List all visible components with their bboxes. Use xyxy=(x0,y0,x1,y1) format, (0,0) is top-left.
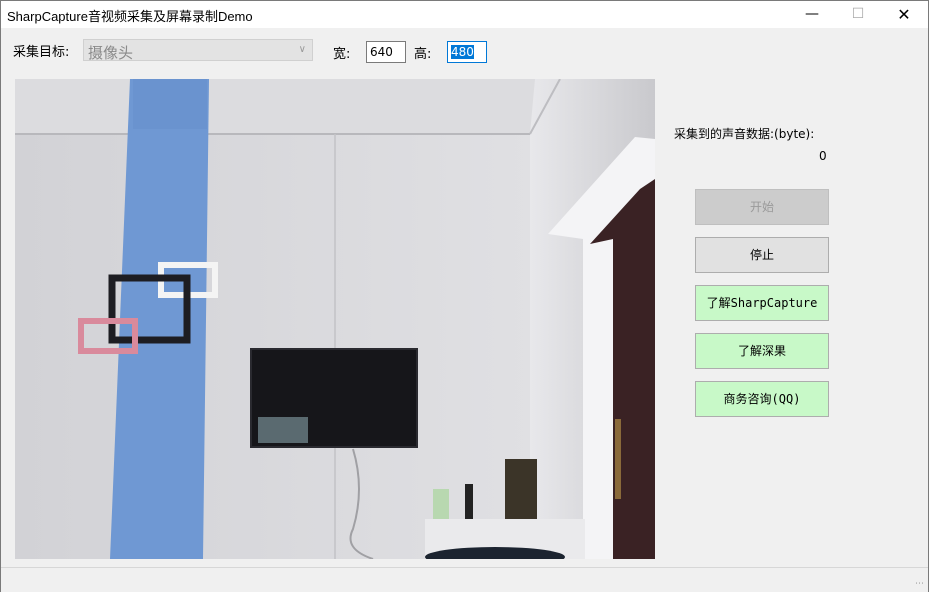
status-bar: ⋯ xyxy=(1,567,928,592)
height-value: 480 xyxy=(451,45,474,59)
minimize-button[interactable]: — xyxy=(789,1,835,28)
capture-target-select[interactable]: 摄像头 ∨ xyxy=(83,39,313,62)
camera-preview xyxy=(15,79,655,559)
app-window: SharpCapture音视频采集及屏幕录制Demo — ☐ ✕ 采集目标: 摄… xyxy=(0,0,929,592)
camera-frame-image xyxy=(15,79,655,559)
maximize-button[interactable]: ☐ xyxy=(835,1,881,28)
business-qq-button[interactable]: 商务咨询(QQ) xyxy=(695,381,829,417)
width-input[interactable]: 640 xyxy=(366,41,406,63)
chevron-down-icon: ∨ xyxy=(298,44,306,55)
height-label: 高: xyxy=(414,47,432,62)
capture-target-value: 摄像头 xyxy=(88,44,134,62)
stop-button[interactable]: 停止 xyxy=(695,237,829,273)
audio-data-value: 0 xyxy=(819,149,827,163)
about-shencai-button[interactable]: 了解深果 xyxy=(695,333,829,369)
audio-data-label: 采集到的声音数据:(byte): xyxy=(674,127,815,141)
minimize-icon: — xyxy=(805,6,819,22)
window-title: SharpCapture音视频采集及屏幕录制Demo xyxy=(7,9,253,24)
start-button[interactable]: 开始 xyxy=(695,189,829,225)
height-input[interactable]: 480 xyxy=(447,41,487,63)
width-value: 640 xyxy=(370,45,393,59)
capture-target-label: 采集目标: xyxy=(13,45,70,60)
resize-grip-icon[interactable]: ⋯ xyxy=(915,579,924,589)
close-icon: ✕ xyxy=(897,5,911,24)
maximize-icon: ☐ xyxy=(851,6,865,22)
about-sharpcapture-button[interactable]: 了解SharpCapture xyxy=(695,285,829,321)
close-button[interactable]: ✕ xyxy=(881,1,927,28)
title-bar[interactable]: SharpCapture音视频采集及屏幕录制Demo — ☐ ✕ xyxy=(1,1,928,28)
width-label: 宽: xyxy=(333,47,351,62)
